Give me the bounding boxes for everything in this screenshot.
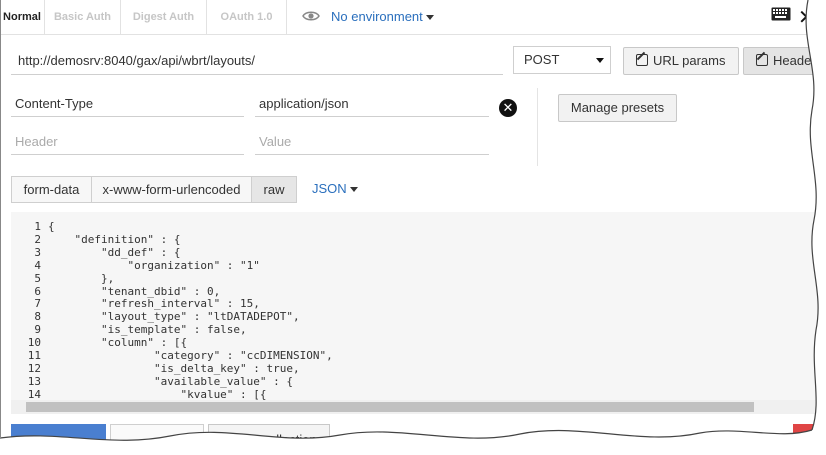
body-format-label: JSON	[312, 181, 347, 196]
method-value: POST	[524, 52, 560, 67]
header-value-input[interactable]	[255, 90, 489, 117]
new-header-key-input[interactable]	[11, 128, 244, 155]
edit-icon	[636, 54, 648, 66]
eye-icon	[302, 11, 320, 21]
tab-form-data[interactable]: form-data	[11, 176, 92, 203]
app-window: Normal Basic Auth Digest Auth OAuth 1.0 …	[0, 0, 826, 455]
line-numbers: 1 2 3 4 5 6 7 8 9 10 11 12 13 14	[11, 220, 41, 402]
tab-basic-auth[interactable]: Basic Auth	[45, 0, 121, 34]
send-button[interactable]	[11, 424, 106, 455]
chevron-down-icon	[425, 15, 434, 21]
environment-select[interactable]: No environment	[331, 9, 434, 24]
tab-urlencoded[interactable]: x-www-form-urlencoded	[91, 176, 252, 203]
code-line: "definition" : {	[48, 232, 181, 246]
scrollbar-thumb[interactable]	[26, 402, 754, 412]
url-params-button[interactable]: URL params	[623, 47, 739, 75]
header-key-input[interactable]	[11, 90, 244, 117]
chevron-down-icon	[349, 187, 358, 193]
code-line: "available_value" : {	[48, 374, 294, 388]
chevron-down-icon	[596, 58, 604, 63]
code-line: {	[48, 220, 55, 233]
auth-tab-bar: Normal Basic Auth Digest Auth OAuth 1.0 …	[0, 0, 826, 35]
tab-oauth[interactable]: OAuth 1.0	[207, 0, 287, 34]
line-number: 4	[34, 258, 41, 272]
body-format-select[interactable]: JSON	[312, 181, 358, 196]
line-number: 3	[34, 245, 41, 259]
line-number: 2	[34, 232, 41, 246]
code-line: "organization" : "1"	[48, 258, 260, 272]
environment-label: No environment	[331, 9, 423, 24]
code-line: },	[48, 271, 115, 285]
horizontal-scrollbar[interactable]	[11, 400, 826, 414]
code-content[interactable]: { "definition" : { "dd_def" : { "organiz…	[48, 220, 333, 402]
keyboard-icon[interactable]	[771, 7, 791, 21]
line-number: 1	[34, 220, 41, 233]
code-editor[interactable]: 1 2 3 4 5 6 7 8 9 10 11 12 13 14 { "definition" : { "…	[11, 212, 826, 414]
edit-icon	[756, 54, 768, 66]
manage-presets-button[interactable]: Manage presets	[558, 94, 677, 122]
code-line: "dd_def" : {	[48, 245, 181, 259]
code-line: "is_delta_key" : true,	[48, 361, 300, 375]
reset-button[interactable]	[793, 424, 813, 455]
headers-button[interactable]: Headers	[743, 47, 826, 75]
preview-button[interactable]	[110, 424, 204, 455]
add-to-collection-button[interactable]: Add to collection	[208, 424, 330, 455]
headers-label: Headers	[773, 53, 823, 68]
line-number: 13	[27, 374, 41, 388]
divider	[537, 88, 538, 166]
url-params-label: URL params	[653, 53, 726, 68]
line-number: 12	[27, 361, 41, 375]
remove-header-icon[interactable]: ✕	[499, 99, 517, 117]
tab-normal[interactable]: Normal	[0, 0, 45, 34]
tab-digest-auth[interactable]: Digest Auth	[121, 0, 207, 34]
tab-raw[interactable]: raw	[251, 176, 297, 203]
method-select[interactable]: POST	[513, 46, 611, 74]
new-header-value-input[interactable]	[255, 128, 489, 155]
line-number: 5	[34, 271, 41, 285]
close-icon[interactable]: ✕	[798, 5, 815, 30]
url-input[interactable]	[11, 46, 503, 75]
